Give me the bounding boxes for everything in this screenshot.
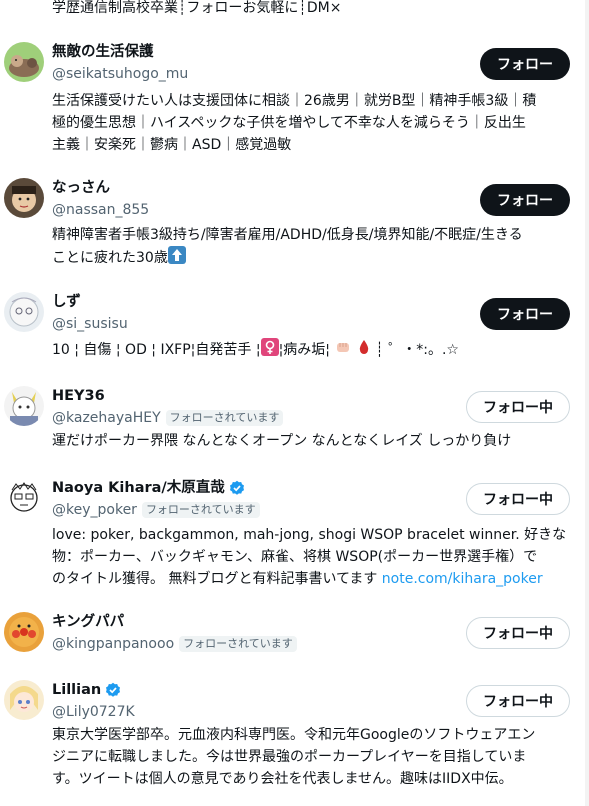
user-handle[interactable]: @seikatsuhogo_mu	[52, 65, 188, 83]
user-handle[interactable]: @si_susisu	[52, 315, 128, 333]
user-name[interactable]: HEY36	[52, 387, 105, 405]
user-cell[interactable]: しず @si_susisu フォロー 10 ¦ 自傷 ¦ OD ¦ IXFP¦自…	[0, 288, 589, 372]
follow-button[interactable]: フォロー	[480, 48, 570, 80]
avatar[interactable]	[4, 386, 44, 426]
user-handle[interactable]: @kingpanpanooo フォローされています	[52, 635, 297, 653]
user-name[interactable]: しず	[52, 293, 81, 311]
user-cell[interactable]: Lillian @Lily0727K フォロー中 東京大学医学部卒。元血液内科専…	[0, 676, 589, 806]
user-handle[interactable]: @nassan_855	[52, 201, 149, 219]
follows-you-badge: フォローされています	[141, 502, 260, 518]
user-bio: 10 ¦ 自傷 ¦ OD ¦ IXFP¦自発苦手 ¦ ¦病み垢¦ ┊ ゜・*:。.…	[52, 338, 572, 363]
user-bio: 運だけポーカー界隈 なんとなくオープン なんとなくレイズ しっかり負け	[52, 433, 512, 449]
user-bio: 東京大学医学部卒。元血液内科専門医。令和元年Googleのソフトウェアエン ジニア…	[52, 727, 536, 787]
user-cell[interactable]: Naoya Kihara/木原直哉 @key_poker フォローされています フ…	[0, 474, 589, 598]
user-handle[interactable]: @Lily0727K	[52, 703, 135, 721]
user-name[interactable]: キングパパ	[52, 613, 124, 631]
user-cell[interactable]: 無敵の生活保護 @seikatsuhogo_mu フォロー 生活保護受けたい人は…	[0, 38, 589, 160]
up-arrow-emoji-icon	[167, 246, 186, 271]
follows-you-badge: フォローされています	[165, 410, 284, 426]
following-button[interactable]: フォロー中	[466, 617, 570, 649]
previous-bio-tail: 学歴通信制高校卒業┊フォローお気軽に┊DM×	[52, 0, 342, 16]
user-cell[interactable]: HEY36 @kazehayaHEY フォローされています フォロー中 運だけポー…	[0, 382, 589, 458]
user-bio: 精神障害者手帳3級持ち/障害者雇用/ADHD/低身長/境界知能/不眠症/生きる …	[52, 224, 572, 271]
user-name[interactable]: Lillian	[52, 681, 121, 699]
avatar[interactable]	[4, 612, 44, 652]
drop-of-blood-emoji-icon	[357, 338, 371, 363]
avatar[interactable]	[4, 42, 44, 82]
following-button[interactable]: フォロー中	[466, 391, 570, 423]
female-sign-emoji-icon	[260, 338, 279, 363]
user-cell[interactable]: なっさん @nassan_855 フォロー 精神障害者手帳3級持ち/障害者雇用/…	[0, 174, 589, 274]
following-button[interactable]: フォロー中	[466, 685, 570, 717]
user-name[interactable]: 無敵の生活保護	[52, 43, 154, 61]
avatar[interactable]	[4, 680, 44, 720]
user-handle[interactable]: @key_poker フォローされています	[52, 501, 260, 519]
user-cell[interactable]: キングパパ @kingpanpanooo フォローされています フォロー中	[0, 608, 589, 670]
follows-you-badge: フォローされています	[179, 636, 297, 652]
user-bio: love: poker, backgammon, mah-jong, shogi…	[52, 527, 567, 587]
scrollbar[interactable]	[585, 0, 589, 806]
following-button[interactable]: フォロー中	[466, 483, 570, 515]
follow-button[interactable]: フォロー	[480, 298, 570, 330]
verified-badge-icon	[229, 480, 245, 496]
verified-badge-icon	[105, 682, 121, 698]
user-name[interactable]: なっさん	[52, 179, 110, 197]
avatar[interactable]	[4, 178, 44, 218]
fist-emoji-icon	[334, 338, 352, 363]
avatar[interactable]	[4, 292, 44, 332]
follow-button[interactable]: フォロー	[480, 184, 570, 216]
user-handle[interactable]: @kazehayaHEY フォローされています	[52, 409, 284, 427]
user-name[interactable]: Naoya Kihara/木原直哉	[52, 479, 245, 497]
user-bio: 生活保護受けたい人は支援団体に相談｜26歳男｜就労B型｜精神手帳3級｜積 極的優生…	[52, 93, 537, 153]
avatar[interactable]	[4, 478, 44, 518]
bio-link[interactable]: note.com/kihara_poker	[382, 571, 543, 587]
